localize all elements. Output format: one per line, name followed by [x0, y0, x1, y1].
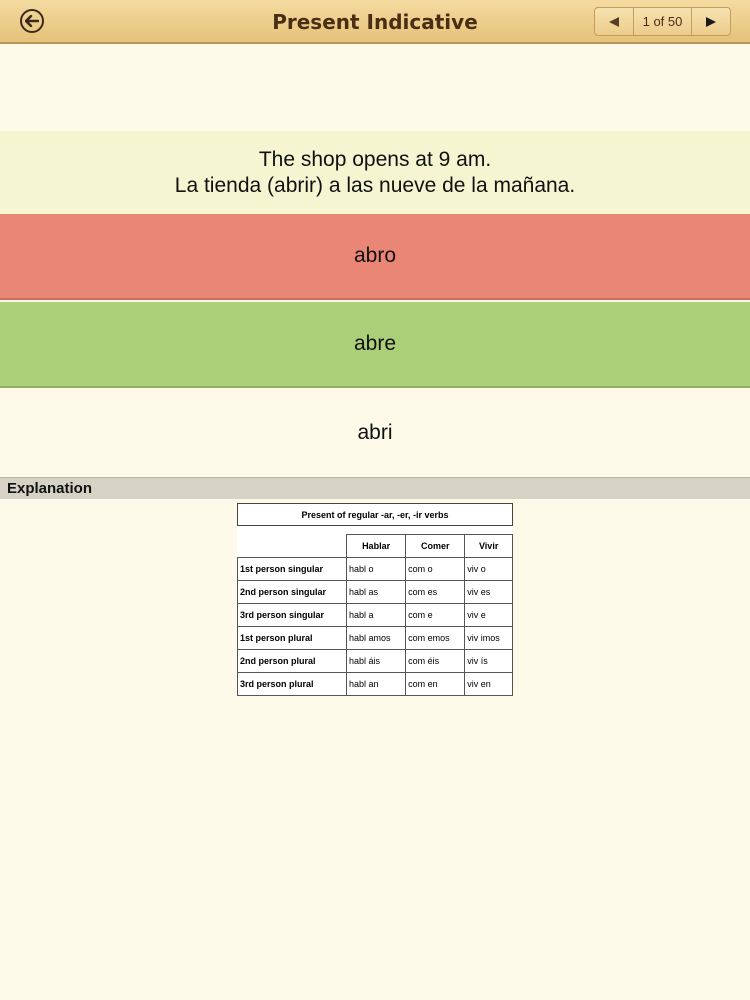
- explanation-header: Explanation: [0, 477, 750, 499]
- column-header: Comer: [405, 534, 466, 558]
- table-row: 3rd person singular habl a com e viv e: [237, 603, 513, 627]
- conjugation-grid: Hablar Comer Vivir 1st person singular h…: [237, 534, 513, 696]
- row-header: 1st person plural: [237, 626, 347, 650]
- question-spanish: La tienda (abrir) a las nueve de la maña…: [174, 173, 576, 197]
- row-header: 3rd person singular: [237, 603, 347, 627]
- table-cell: com o: [405, 557, 466, 581]
- previous-button[interactable]: [595, 8, 633, 35]
- table-row: 1st person singular habl o com o viv o: [237, 557, 513, 581]
- answer-option-label: abre: [353, 332, 397, 355]
- table-cell: com emos: [405, 626, 466, 650]
- row-header: 2nd person singular: [237, 580, 347, 604]
- table-row: 3rd person plural habl an com en viv en: [237, 672, 513, 696]
- table-cell: habl amos: [345, 626, 407, 650]
- table-cell: com éis: [405, 649, 466, 673]
- top-bar: Present Indicative 1 of 50: [0, 0, 750, 44]
- table-cell: viv o: [464, 557, 513, 581]
- next-button[interactable]: [692, 8, 730, 35]
- table-row: 2nd person singular habl as com es viv e…: [237, 580, 513, 604]
- answer-option-label: abro: [353, 244, 397, 267]
- table-row: 1st person plural habl amos com emos viv…: [237, 626, 513, 650]
- table-cell: viv en: [464, 672, 513, 696]
- answer-option[interactable]: abri: [0, 390, 750, 476]
- table-cell: viv ís: [464, 649, 513, 673]
- table-cell: viv e: [464, 603, 513, 627]
- answer-option-correct[interactable]: abre: [0, 302, 750, 388]
- conjugation-table: Present of regular -ar, -er, -ir verbs H…: [237, 503, 513, 696]
- column-header: Vivir: [464, 534, 513, 558]
- triangle-left-icon: [609, 16, 619, 27]
- row-header: 1st person singular: [237, 557, 347, 581]
- page-counter: 1 of 50: [633, 8, 692, 35]
- table-cell: com en: [405, 672, 466, 696]
- table-header-row: Hablar Comer Vivir: [238, 534, 513, 558]
- triangle-right-icon: [706, 16, 716, 27]
- column-header: Hablar: [345, 534, 407, 558]
- table-corner: [238, 535, 347, 558]
- table-cell: habl a: [345, 603, 407, 627]
- pager: 1 of 50: [594, 7, 731, 36]
- table-cell: habl as: [345, 580, 407, 604]
- answer-option-incorrect[interactable]: abro: [0, 214, 750, 300]
- table-cell: habl áis: [345, 649, 407, 673]
- table-cell: com es: [405, 580, 466, 604]
- table-cell: com e: [405, 603, 466, 627]
- question-english: The shop opens at 9 am.: [258, 147, 492, 171]
- row-header: 2nd person plural: [237, 649, 347, 673]
- row-header: 3rd person plural: [237, 672, 347, 696]
- table-row: 2nd person plural habl áis com éis viv í…: [237, 649, 513, 673]
- table-cell: habl o: [345, 557, 407, 581]
- table-cell: habl an: [345, 672, 407, 696]
- table-title: Present of regular -ar, -er, -ir verbs: [237, 503, 513, 526]
- question-panel: The shop opens at 9 am. La tienda (abrir…: [0, 131, 750, 214]
- table-cell: viv es: [464, 580, 513, 604]
- table-cell: viv imos: [464, 626, 513, 650]
- answer-option-label: abri: [357, 421, 393, 444]
